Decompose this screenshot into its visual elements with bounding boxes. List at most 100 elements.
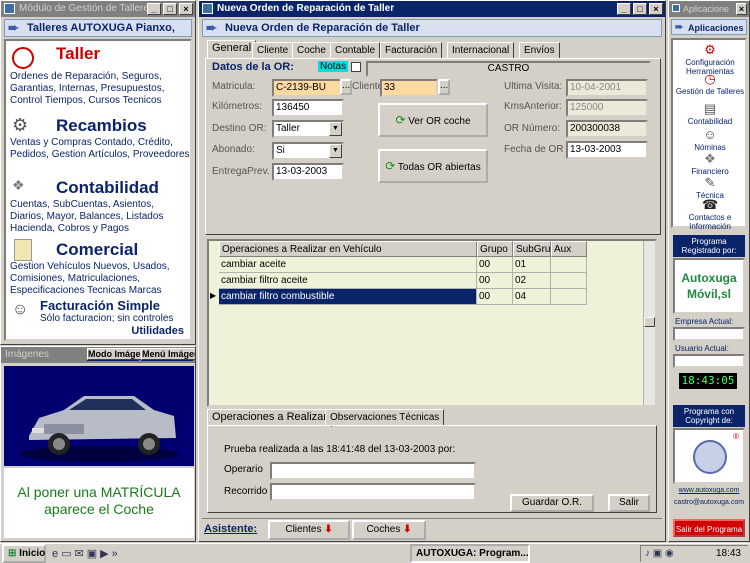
section-title-comercial[interactable]: Comercial — [56, 239, 190, 261]
tab-observaciones[interactable]: Observaciones Técnicas — [325, 409, 445, 425]
column-header[interactable]: Aux — [551, 241, 587, 257]
fecha-or-field[interactable]: 13-03-2003 — [566, 141, 648, 159]
coches-button[interactable]: Coches ⬇ — [352, 520, 426, 540]
repair-order-titlebar[interactable]: Nueva Orden de Reparación de Taller _ □ × — [199, 1, 665, 17]
module-window-titlebar[interactable]: Módulo de Gestión de Talleres _ □ × — [1, 1, 195, 17]
app-nominas[interactable]: ☺ Nóminas — [673, 128, 747, 153]
section-comercial[interactable]: Comercial Gestion Vehículos Nuevos, Usad… — [10, 239, 190, 297]
folder-icon[interactable]: ▣ — [87, 548, 100, 560]
grupo-cell[interactable]: 00 — [477, 273, 513, 289]
media-icon[interactable]: ▶ — [100, 548, 111, 560]
refresh-icon: ⟳ — [395, 113, 406, 127]
windows-logo-icon: ⊞ — [8, 548, 17, 559]
section-title-facturacion[interactable]: Facturación Simple — [40, 299, 190, 313]
aux-cell[interactable] — [551, 273, 587, 289]
more-icon[interactable]: » — [112, 548, 121, 560]
grid-scrollbar[interactable] — [643, 241, 655, 405]
kilometros-field[interactable]: 136450 — [272, 99, 344, 117]
abonado-label: Abonado: — [212, 144, 255, 155]
app-icon — [4, 3, 15, 14]
guardar-or-button[interactable]: Guardar O.R. — [510, 494, 594, 512]
maximize-button[interactable]: □ — [163, 3, 177, 15]
app-financiero[interactable]: ❖ Financiero — [673, 152, 747, 177]
section-facturacion[interactable]: ☺ Facturación Simple Sólo facturacion; s… — [10, 299, 190, 325]
matricula-lookup-button[interactable]: ... — [340, 79, 352, 95]
close-button[interactable]: × — [649, 3, 663, 15]
recorrido-field[interactable] — [270, 483, 476, 501]
tab-general[interactable]: General — [207, 40, 257, 58]
section-title-taller[interactable]: Taller — [56, 43, 190, 65]
operations-grid: Operaciones a Realizar en Vehículo Grupo… — [207, 239, 657, 407]
utilidades-link[interactable]: Utilidades — [131, 325, 184, 337]
matricula-field[interactable]: C-2139-BU — [272, 79, 344, 97]
asistente-label: Asistente: — [204, 523, 258, 535]
scroll-thumb[interactable] — [644, 317, 655, 327]
todas-or-abiertas-button[interactable]: ⟳ Todas OR abiertas — [378, 149, 488, 183]
aux-cell[interactable] — [551, 289, 587, 305]
operation-cell[interactable]: cambiar filtro combustible — [219, 289, 477, 305]
operation-cell[interactable]: cambiar aceite — [219, 257, 477, 273]
app-contabilidad[interactable]: ▤ Contabilidad — [673, 101, 747, 127]
grupo-cell[interactable]: 00 — [477, 257, 513, 273]
ver-or-coche-button[interactable]: ⟳ Ver OR coche — [378, 103, 488, 137]
salir-programa-button[interactable]: Salir del Programa — [673, 519, 745, 537]
app-icon — [202, 3, 213, 14]
registrado-label: Programa Registrado por: — [673, 235, 745, 257]
tab-cliente[interactable]: Cliente — [252, 42, 294, 58]
tab-contable[interactable]: Contable — [330, 42, 381, 58]
grupo-cell[interactable]: 00 — [477, 289, 513, 305]
email-link[interactable]: castro@autoxuga.com — [673, 499, 745, 506]
kms-anterior-label: KmsAnterior: — [504, 101, 562, 112]
mail-icon[interactable]: ✉ — [75, 548, 87, 560]
destino-select[interactable]: Taller ▼ — [272, 120, 344, 138]
minimize-button[interactable]: _ — [147, 3, 161, 15]
images-window-titlebar[interactable]: Imágenes Modo Imágen ▾Menú Imágen ▾ — [1, 347, 195, 363]
app-contactos[interactable]: ☎ Contactos e Información — [673, 198, 747, 232]
operario-field[interactable] — [270, 462, 476, 480]
column-header[interactable]: Grupo — [477, 241, 513, 257]
operation-cell[interactable]: cambiar filtro aceite — [219, 273, 477, 289]
clientes-button[interactable]: Clientes ⬇ — [268, 520, 350, 540]
chevron-down-icon[interactable]: ▼ — [329, 122, 342, 136]
taskbar-task-autoxuga[interactable]: AUTOXUGA: Program... — [410, 544, 530, 563]
url-link[interactable]: www.autoxuga.com — [673, 487, 745, 494]
tab-internacional[interactable]: Internacional — [447, 42, 515, 58]
maximize-button[interactable]: □ — [633, 3, 647, 15]
cliente-field[interactable]: 33 — [380, 79, 438, 97]
cliente-lookup-button[interactable]: ... — [438, 79, 450, 95]
close-button[interactable]: × — [179, 3, 193, 15]
tray-icons[interactable]: ♪ ▣ ◉ — [641, 546, 674, 561]
tab-envios[interactable]: Envíos — [519, 42, 560, 58]
logo-icon — [693, 440, 727, 474]
subgrupo-cell[interactable]: 04 — [513, 289, 551, 305]
tab-facturacion[interactable]: Facturación — [380, 42, 443, 58]
mode-image-button[interactable]: Modo Imágen ▾ — [87, 348, 153, 361]
ie-icon[interactable]: e — [52, 548, 61, 560]
salir-button[interactable]: Salir — [608, 494, 650, 512]
section-title-contabilidad[interactable]: Contabilidad — [56, 177, 190, 199]
aux-cell[interactable] — [551, 257, 587, 273]
arrow-icon: ➨ — [675, 22, 684, 33]
abonado-select[interactable]: Si ▼ — [272, 142, 344, 160]
column-header[interactable]: Operaciones a Realizar en Vehículo — [219, 241, 477, 257]
entrega-field[interactable]: 13-03-2003 — [272, 163, 344, 181]
or-numero-field[interactable]: 200300038 — [566, 120, 648, 138]
menu-image-button[interactable]: Menú Imágen ▾ — [141, 348, 195, 361]
close-button[interactable]: × — [736, 3, 747, 15]
tab-coche[interactable]: Coche — [292, 42, 331, 58]
section-recambios[interactable]: ⚙ Recambios Ventas y Compras Contado, Cr… — [10, 115, 190, 161]
subgrupo-cell[interactable]: 02 — [513, 273, 551, 289]
column-header[interactable]: SubGru — [513, 241, 551, 257]
app-gestion-talleres[interactable]: ◷ Gestión de Talleres — [673, 72, 747, 97]
subgrupo-cell[interactable]: 01 — [513, 257, 551, 273]
desktop-icon[interactable]: ▭ — [61, 548, 74, 560]
section-taller[interactable]: Taller Ordenes de Reparación, Seguros, G… — [10, 43, 190, 107]
start-button[interactable]: ⊞ Inicio — [2, 544, 46, 563]
minimize-button[interactable]: _ — [617, 3, 631, 15]
notas-checkbox[interactable] — [351, 62, 361, 72]
chevron-down-icon[interactable]: ▼ — [329, 144, 342, 158]
section-title-recambios[interactable]: Recambios — [56, 115, 190, 137]
book-icon: ▤ — [703, 101, 717, 116]
section-contabilidad[interactable]: ❖ Contabilidad Cuentas, SubCuentas, Asie… — [10, 177, 190, 235]
applications-titlebar[interactable]: Aplicacione × — [669, 1, 749, 17]
